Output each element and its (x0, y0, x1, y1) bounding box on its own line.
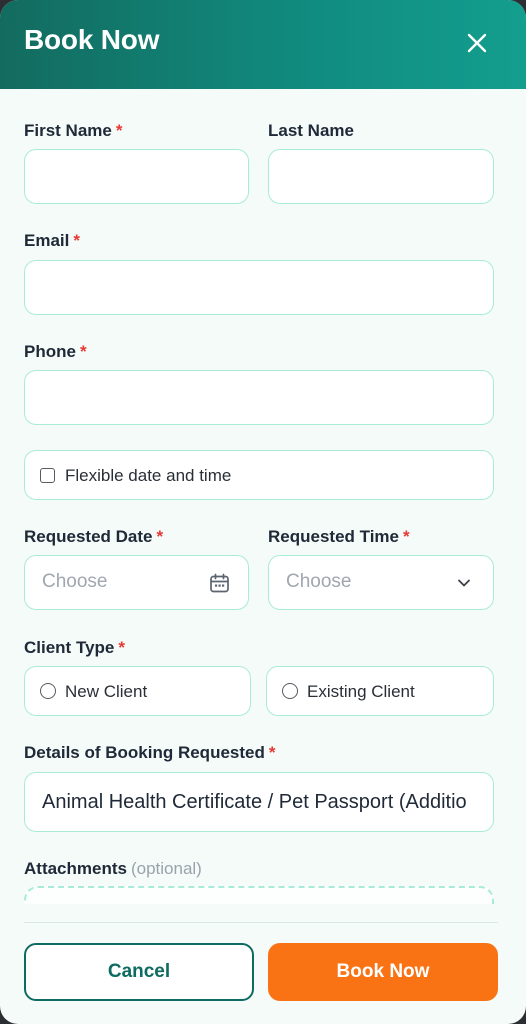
details-value: Animal Health Certificate / Pet Passport… (42, 791, 467, 813)
email-field[interactable] (24, 260, 494, 315)
phone-field[interactable] (24, 370, 494, 425)
required-mark: * (73, 231, 80, 250)
required-mark: * (118, 638, 125, 657)
close-icon (467, 33, 487, 53)
flexible-checkbox[interactable] (40, 468, 55, 483)
chevron-down-icon (458, 579, 470, 587)
last-name-label: Last Name (268, 121, 354, 140)
phone-label: Phone * (24, 342, 87, 361)
cancel-button[interactable]: Cancel (24, 943, 254, 1001)
new-client-radio[interactable] (40, 683, 56, 699)
details-select[interactable]: Animal Health Certificate / Pet Passport… (24, 772, 494, 832)
client-type-label: Client Type * (24, 638, 125, 657)
required-mark: * (403, 527, 410, 546)
book-now-button[interactable]: Book Now (268, 943, 498, 1001)
scroll-fade (20, 904, 500, 922)
requested-time-select[interactable]: Choose (268, 555, 494, 610)
modal-title: Book Now (24, 24, 160, 55)
date-placeholder: Choose (42, 571, 108, 592)
required-mark: * (79, 342, 87, 361)
required-mark: * (156, 527, 164, 546)
attachments-label: Attachments (optional) (24, 859, 202, 878)
close-button[interactable] (458, 24, 496, 62)
required-mark: * (115, 121, 123, 140)
flexible-date-option[interactable]: Flexible date and time (24, 450, 494, 500)
time-placeholder: Choose (286, 571, 352, 592)
flexible-label: Flexible date and time (65, 466, 232, 485)
client-type-new-option[interactable]: New Client (24, 666, 251, 716)
last-name-field[interactable] (268, 149, 494, 204)
first-name-field[interactable] (24, 149, 249, 204)
client-type-existing-option[interactable]: Existing Client (266, 666, 494, 716)
calendar-icon (210, 573, 229, 593)
details-label: Details of Booking Requested * (24, 743, 276, 762)
footer-divider (24, 922, 498, 923)
optional-note: (optional) (130, 859, 202, 878)
requested-time-label: Requested Time * (268, 527, 410, 546)
email-label: Email * (24, 231, 80, 250)
requested-date-label: Requested Date * (24, 527, 164, 546)
existing-client-label: Existing Client (307, 682, 415, 701)
new-client-label: New Client (65, 682, 148, 701)
required-mark: * (268, 743, 276, 762)
first-name-label: First Name * (24, 121, 123, 140)
existing-client-radio[interactable] (282, 683, 298, 699)
booking-modal: Book Now First Name * Last Name Email * Ph… (0, 0, 526, 1024)
requested-date-picker[interactable]: Choose (24, 555, 249, 610)
modal-header: Book Now (0, 0, 526, 89)
